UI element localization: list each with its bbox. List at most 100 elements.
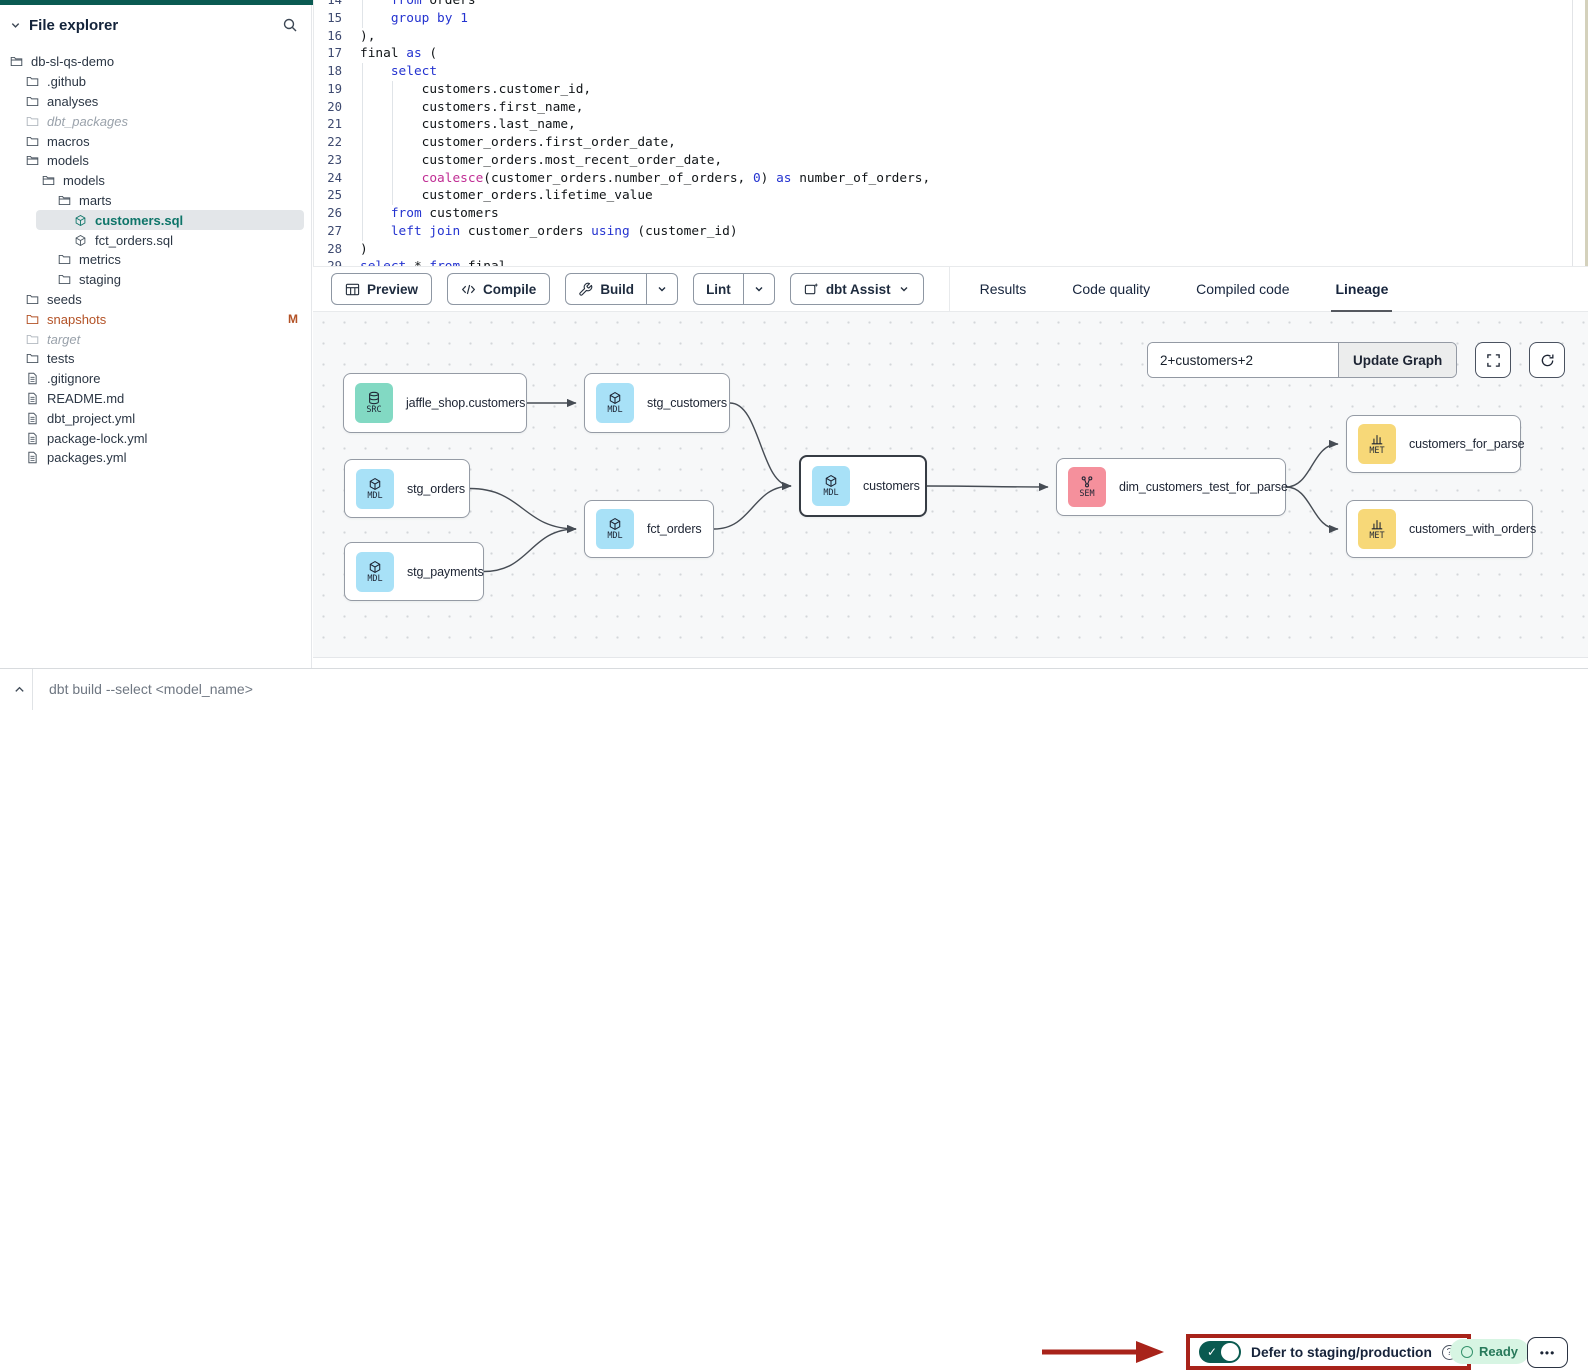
tree-item-readme-md[interactable]: README.md	[0, 389, 312, 409]
code-line-16[interactable]: 16),	[314, 28, 1588, 46]
tree-item-analyses[interactable]: analyses	[0, 92, 312, 112]
tab-lineage[interactable]: Lineage	[1335, 266, 1388, 312]
tree-item-label: tests	[47, 351, 74, 366]
tree-item-seeds[interactable]: seeds	[0, 290, 312, 310]
lineage-node-dim_customers_test_for_parse[interactable]: SEMdim_customers_test_for_parse	[1056, 458, 1286, 516]
assist-dropdown-chevron-icon	[898, 283, 910, 295]
tree-item-staging[interactable]: staging	[0, 270, 312, 290]
lint-button[interactable]: Lint	[694, 274, 743, 304]
tree-item-models[interactable]: models	[0, 151, 312, 171]
tree-item-label: db-sl-qs-demo	[31, 54, 114, 69]
tree-item-packages-yml[interactable]: packages.yml	[0, 448, 312, 468]
tree-item-customers-sql[interactable]: customers.sql	[36, 210, 304, 230]
node-label: customers	[863, 479, 920, 493]
tree-item-tests[interactable]: tests	[0, 349, 312, 369]
tree-item-db-sl-qs-demo[interactable]: db-sl-qs-demo	[0, 52, 312, 72]
tree-item-dbt-packages[interactable]: dbt_packages	[0, 111, 312, 131]
refresh-button[interactable]	[1529, 342, 1565, 378]
folder-icon	[58, 253, 71, 266]
dbt-assist-button[interactable]: dbt Assist	[790, 273, 924, 305]
search-icon[interactable]	[282, 17, 298, 33]
line-number: 17	[314, 45, 354, 63]
folder-open-icon	[58, 194, 71, 207]
code-line-18[interactable]: 18 select	[314, 63, 1588, 81]
tree-item--gitignore[interactable]: .gitignore	[0, 369, 312, 389]
src-badge: SRC	[355, 383, 393, 423]
lineage-edge-customers-to-dim_customers_test_for_parse	[927, 486, 1048, 487]
build-button[interactable]: Build	[566, 274, 646, 304]
sidebar-accent-bar	[0, 0, 313, 5]
git-status-badge: M	[288, 312, 298, 326]
lineage-node-stg_payments[interactable]: MDLstg_payments	[344, 542, 484, 601]
folder-open-icon	[26, 154, 39, 167]
chevron-down-icon[interactable]	[10, 20, 21, 31]
caret-up-icon[interactable]	[6, 669, 32, 709]
preview-button[interactable]: Preview	[331, 273, 432, 305]
badge-type-label: MDL	[367, 575, 382, 584]
compile-label: Compile	[483, 282, 536, 297]
code-text: customers.customer_id,	[354, 81, 591, 99]
folder-icon	[26, 135, 39, 148]
code-line-27[interactable]: 27 left join customer_orders using (cust…	[314, 223, 1588, 241]
defer-toggle[interactable]: ✓	[1199, 1341, 1241, 1363]
line-number: 24	[314, 170, 354, 188]
code-line-24[interactable]: 24 coalesce(customer_orders.number_of_or…	[314, 170, 1588, 188]
tree-item-snapshots[interactable]: snapshotsM	[0, 309, 312, 329]
more-options-button[interactable]: •••	[1527, 1337, 1568, 1368]
fullscreen-button[interactable]	[1475, 342, 1511, 378]
build-dropdown-chevron-icon[interactable]	[646, 274, 677, 304]
tree-item-dbt-project-yml[interactable]: dbt_project.yml	[0, 408, 312, 428]
tree-item-marts[interactable]: marts	[0, 191, 312, 211]
tab-compiled-code[interactable]: Compiled code	[1196, 266, 1289, 312]
code-line-25[interactable]: 25 customer_orders.lifetime_value	[314, 187, 1588, 205]
code-line-17[interactable]: 17final as (	[314, 45, 1588, 63]
code-line-14[interactable]: 14 from orders	[314, 0, 1588, 10]
editor-scrollbar[interactable]	[1572, 0, 1573, 266]
tree-item-models[interactable]: models	[0, 171, 312, 191]
tree-item-label: package-lock.yml	[47, 431, 147, 446]
code-line-23[interactable]: 23 customer_orders.most_recent_order_dat…	[314, 152, 1588, 170]
tab-results[interactable]: Results	[980, 266, 1027, 312]
line-number: 14	[314, 0, 354, 10]
code-text: left join customer_orders using (custome…	[354, 223, 738, 241]
update-graph-button[interactable]: Update Graph	[1338, 343, 1456, 377]
tree-item-metrics[interactable]: metrics	[0, 250, 312, 270]
code-editor[interactable]: 14 from orders15 group by 116),17final a…	[313, 0, 1588, 266]
code-line-15[interactable]: 15 group by 1	[314, 10, 1588, 28]
dbt-command-input[interactable]	[49, 681, 929, 697]
code-line-20[interactable]: 20 customers.first_name,	[314, 99, 1588, 117]
badge-type-label: MET	[1369, 532, 1384, 541]
line-number: 25	[314, 187, 354, 205]
lineage-node-customers_with_orders[interactable]: METcustomers_with_orders	[1346, 500, 1533, 558]
tree-item-target[interactable]: target	[0, 329, 312, 349]
tree-item-package-lock-yml[interactable]: package-lock.yml	[0, 428, 312, 448]
code-line-28[interactable]: 28)	[314, 241, 1588, 259]
code-line-19[interactable]: 19 customers.customer_id,	[314, 81, 1588, 99]
tab-code-quality[interactable]: Code quality	[1072, 266, 1150, 312]
lineage-node-fct_orders[interactable]: MDLfct_orders	[584, 500, 714, 558]
code-text: from customers	[354, 205, 499, 223]
lineage-node-stg_customers[interactable]: MDLstg_customers	[584, 373, 730, 433]
lineage-node-customers_for_parse[interactable]: METcustomers_for_parse	[1346, 415, 1521, 473]
code-line-22[interactable]: 22 customer_orders.first_order_date,	[314, 134, 1588, 152]
code-line-29[interactable]: 29select * from final	[314, 258, 1588, 266]
code-line-21[interactable]: 21 customers.last_name,	[314, 116, 1588, 134]
lineage-node-jaffle_shop_customers[interactable]: SRCjaffle_shop.customers	[343, 373, 527, 433]
badge-type-label: SEM	[1079, 490, 1094, 499]
lint-dropdown-chevron-icon[interactable]	[743, 274, 774, 304]
code-line-26[interactable]: 26 from customers	[314, 205, 1588, 223]
file-icon	[26, 392, 39, 405]
table-icon	[345, 282, 360, 297]
tree-item-macros[interactable]: macros	[0, 131, 312, 151]
lineage-node-stg_orders[interactable]: MDLstg_orders	[344, 459, 470, 518]
compile-button[interactable]: Compile	[447, 273, 550, 305]
lint-label: Lint	[706, 282, 731, 297]
tree-item--github[interactable]: .github	[0, 72, 312, 92]
database-icon	[367, 391, 381, 405]
tree-item-fct-orders-sql[interactable]: fct_orders.sql	[0, 230, 312, 250]
mdl-badge: MDL	[356, 469, 394, 509]
lineage-node-customers[interactable]: MDLcustomers	[799, 455, 927, 517]
line-number: 29	[314, 258, 354, 266]
badge-type-label: MDL	[367, 492, 382, 501]
node-selector-input[interactable]	[1148, 343, 1338, 377]
